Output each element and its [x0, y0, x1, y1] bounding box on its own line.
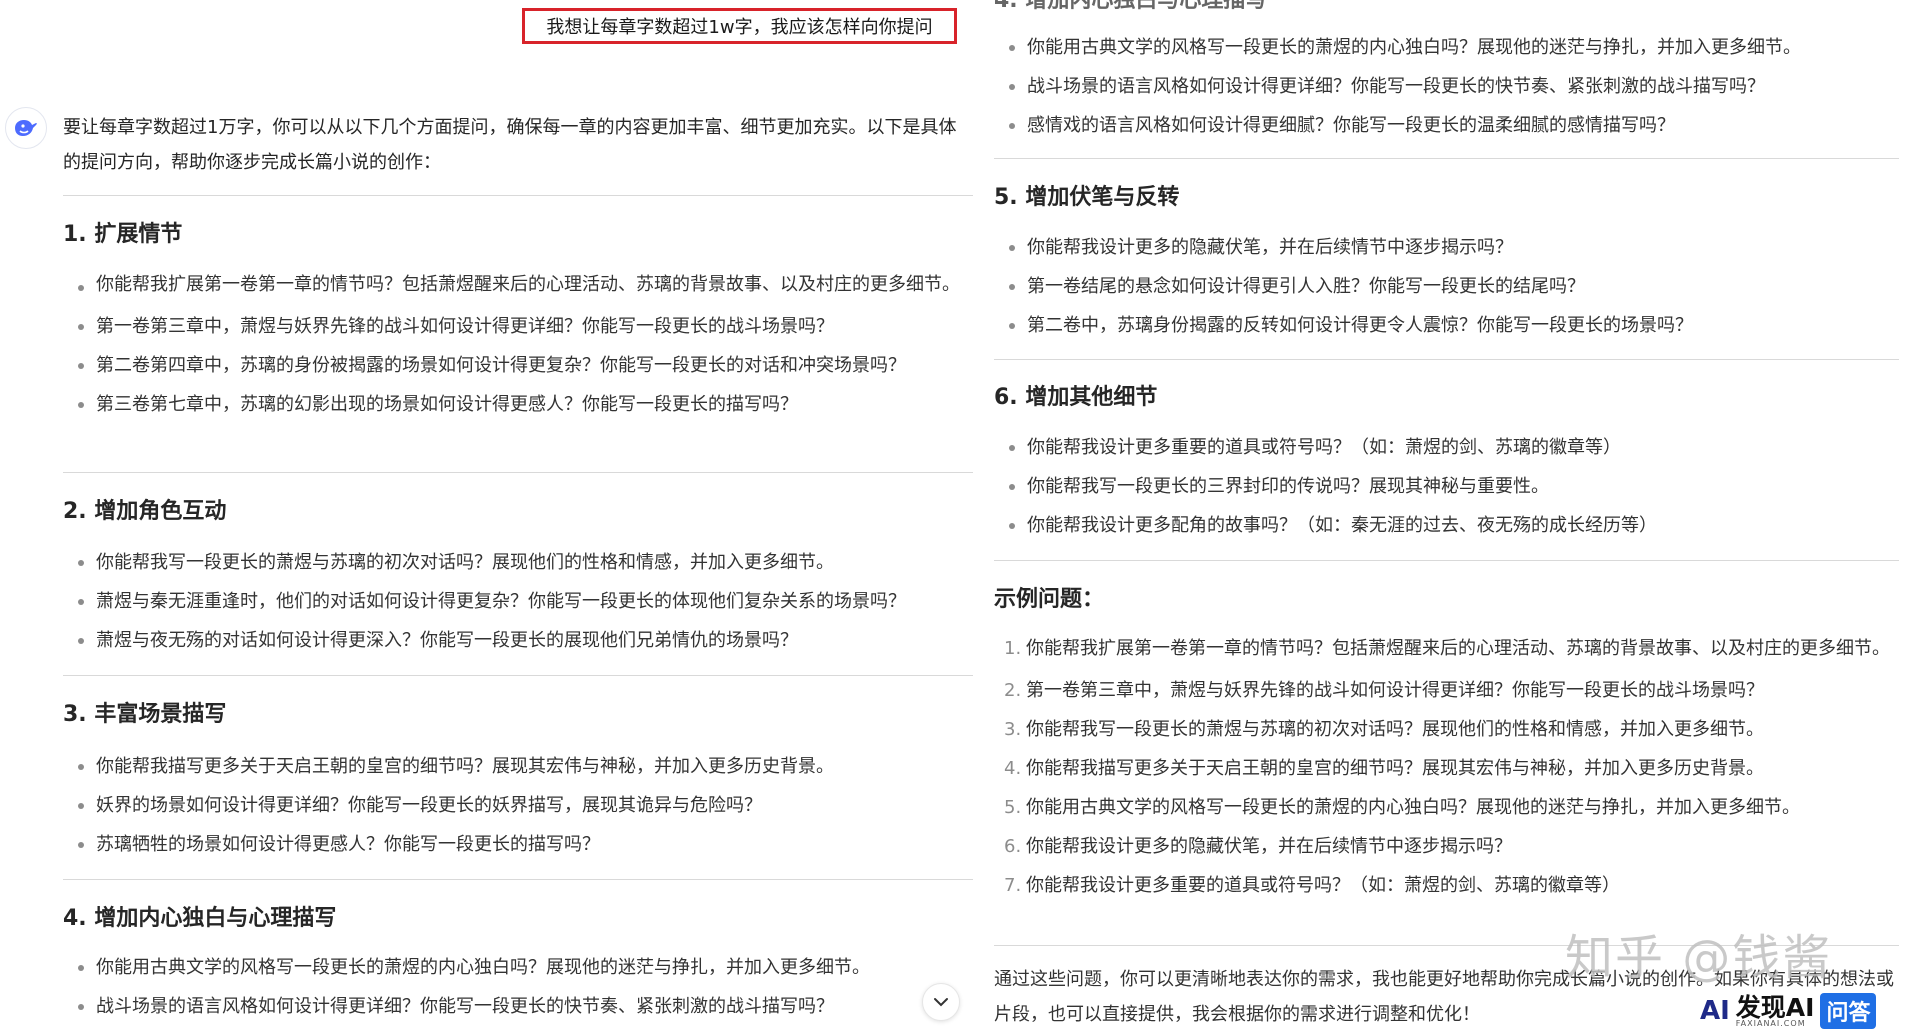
item-text: 你能用古典文学的风格写一段更长的萧煜的内心独白吗？展现他的迷茫与挣扎，并加入更多… — [1026, 797, 1800, 818]
section-list: 你能帮我描写更多关于天启王朝的皇宫的细节吗？展现其宏伟与神秘，并加入更多历史背景… — [63, 747, 975, 864]
list-item: 你能帮我扩展第一卷第一章的情节吗？包括萧煜醒来后的心理活动、苏璃的背景故事、以及… — [63, 268, 975, 302]
divider — [63, 195, 973, 196]
section-list: 你能帮我设计更多的隐藏伏笔，并在后续情节中逐步揭示吗？ 第一卷结尾的悬念如何设计… — [994, 228, 1904, 345]
list-item: 5. 你能用古典文学的风格写一段更长的萧煜的内心独白吗？展现他的迷茫与挣扎，并加入… — [994, 788, 1904, 827]
item-text: 第一卷第三章中，萧煜与妖界先锋的战斗如何设计得更详细？你能写一段更长的战斗场景吗… — [1026, 680, 1764, 701]
qa-tag: 问答 — [1820, 993, 1877, 1029]
list-item: 你能帮我设计更多的隐藏伏笔，并在后续情节中逐步揭示吗？ — [994, 228, 1904, 267]
divider — [63, 879, 973, 880]
list-item: 苏璃牺牲的场景如何设计得更感人？你能写一段更长的描写吗？ — [63, 825, 975, 864]
list-item: 第二卷中，苏璃身份揭露的反转如何设计得更令人震惊？你能写一段更长的场景吗？ — [994, 306, 1904, 345]
section-list: 你能帮我写一段更长的萧煜与苏璃的初次对话吗？展现他们的性格和情感，并加入更多细节… — [63, 543, 975, 660]
user-message-bubble: 我想让每章字数超过1w字，我应该怎样向你提问 — [522, 8, 957, 44]
badge-domain: FAXIANAI.COM — [1735, 1018, 1806, 1028]
list-item: 萧煜与秦无涯重逢时，他们的对话如何设计得更复杂？你能写一段更长的体现他们复杂关系… — [63, 582, 975, 621]
section-heading: 5. 增加伏笔与反转 — [994, 185, 1180, 210]
list-item: 妖界的场景如何设计得更详细？你能写一段更长的妖界描写，展现其诡异与危险吗？ — [63, 786, 975, 825]
divider — [994, 560, 1899, 561]
divider — [63, 472, 973, 473]
chat-left-column: 我想让每章字数超过1w字，我应该怎样向你提问 要让每章字数超过1万字，你可以从以… — [0, 0, 975, 1034]
section-heading: 3. 丰富场景描写 — [63, 702, 227, 727]
divider — [994, 359, 1899, 360]
section-heading: 1. 扩展情节 — [63, 222, 183, 247]
list-item: 6. 你能帮我设计更多的隐藏伏笔，并在后续情节中逐步揭示吗？ — [994, 827, 1904, 866]
list-item: 2. 第一卷第三章中，萧煜与妖界先锋的战斗如何设计得更详细？你能写一段更长的战斗场… — [994, 671, 1904, 710]
assistant-avatar — [5, 107, 47, 149]
item-number: 1. — [1004, 638, 1022, 659]
badge-brand: 发现AI FAXIANAI.COM — [1736, 995, 1815, 1028]
section-heading: 2. 增加角色互动 — [63, 499, 227, 524]
section-heading: 6. 增加其他细节 — [994, 385, 1158, 410]
badge-name: 发现AI — [1735, 992, 1815, 1022]
list-item: 第一卷第三章中，萧煜与妖界先锋的战斗如何设计得更详细？你能写一段更长的战斗场景吗… — [63, 307, 975, 346]
user-message-text: 我想让每章字数超过1w字，我应该怎样向你提问 — [546, 17, 933, 38]
list-item: 第三卷第七章中，苏璃的幻影出现的场景如何设计得更感人？你能写一段更长的描写吗？ — [63, 385, 975, 424]
list-item: 3. 你能帮我写一段更长的萧煜与苏璃的初次对话吗？展现他们的性格和情感，并加入更多… — [994, 710, 1904, 749]
list-item: 你能用古典文学的风格写一段更长的萧煜的内心独白吗？展现他的迷茫与挣扎，并加入更多… — [63, 948, 975, 987]
item-text: 你能帮我描写更多关于天启王朝的皇宫的细节吗？展现其宏伟与神秘，并加入更多历史背景… — [1026, 758, 1764, 779]
watermark: 知乎 @钱酱 — [1565, 930, 1833, 986]
section-heading: 4. 增加内心独白与心理描写 — [63, 906, 337, 931]
divider — [994, 158, 1899, 159]
section-heading-clipped: 4. 增加内心独白与心理描写 — [994, 0, 1268, 13]
item-number: 7. — [1004, 875, 1022, 896]
list-item: 你能帮我写一段更长的萧煜与苏璃的初次对话吗？展现他们的性格和情感，并加入更多细节… — [63, 543, 975, 582]
item-number: 5. — [1004, 797, 1022, 818]
whale-logo-icon — [15, 120, 37, 136]
item-number: 6. — [1004, 836, 1022, 857]
ai-logo-icon: AI — [1700, 996, 1730, 1026]
list-item: 战斗场景的语言风格如何设计得更详细？你能写一段更长的快节奏、紧张刺激的战斗描写吗… — [994, 67, 1904, 106]
list-item: 你能帮我设计更多配角的故事吗？（如：秦无涯的过去、夜无殇的成长经历等） — [994, 506, 1904, 545]
list-item: 你能用古典文学的风格写一段更长的萧煜的内心独白吗？展现他的迷茫与挣扎，并加入更多… — [994, 28, 1904, 67]
section-list: 你能用古典文学的风格写一段更长的萧煜的内心独白吗？展现他的迷茫与挣扎，并加入更多… — [63, 948, 975, 1026]
list-item: 你能帮我设计更多重要的道具或符号吗？（如：萧煜的剑、苏璃的徽章等） — [994, 428, 1904, 467]
item-text: 你能帮我扩展第一卷第一章的情节吗？包括萧煜醒来后的心理活动、苏璃的背景故事、以及… — [1026, 638, 1890, 659]
source-badge[interactable]: AI 发现AI FAXIANAI.COM 问答 — [1700, 990, 1915, 1032]
section-list: 你能帮我扩展第一卷第一章的情节吗？包括萧煜醒来后的心理活动、苏璃的背景故事、以及… — [63, 268, 975, 424]
list-item: 7. 你能帮我设计更多重要的道具或符号吗？（如：萧煜的剑、苏璃的徽章等） — [994, 866, 1904, 905]
item-text: 你能帮我设计更多的隐藏伏笔，并在后续情节中逐步揭示吗？ — [1026, 836, 1512, 857]
section-list: 你能帮我设计更多重要的道具或符号吗？（如：萧煜的剑、苏璃的徽章等） 你能帮我写一… — [994, 428, 1904, 545]
list-item: 第一卷结尾的悬念如何设计得更引人入胜？你能写一段更长的结尾吗？ — [994, 267, 1904, 306]
item-number: 3. — [1004, 719, 1022, 740]
list-item: 4. 你能帮我描写更多关于天启王朝的皇宫的细节吗？展现其宏伟与神秘，并加入更多历史… — [994, 749, 1904, 788]
scroll-down-button[interactable] — [922, 983, 960, 1021]
chevron-down-icon — [934, 998, 948, 1007]
list-item: 你能帮我描写更多关于天启王朝的皇宫的细节吗？展现其宏伟与神秘，并加入更多历史背景… — [63, 747, 975, 786]
assistant-intro: 要让每章字数超过1万字，你可以从以下几个方面提问，确保每一章的内容更加丰富、细节… — [63, 117, 957, 173]
list-item: 感情戏的语言风格如何设计得更细腻？你能写一段更长的温柔细腻的感情描写吗？ — [994, 106, 1904, 145]
chat-right-column: 4. 增加内心独白与心理描写 你能用古典文学的风格写一段更长的萧煜的内心独白吗？… — [985, 0, 1915, 1034]
list-item: 第二卷第四章中，苏璃的身份被揭露的场景如何设计得更复杂？你能写一段更长的对话和冲… — [63, 346, 975, 385]
section-list: 你能用古典文学的风格写一段更长的萧煜的内心独白吗？展现他的迷茫与挣扎，并加入更多… — [994, 28, 1904, 145]
item-number: 4. — [1004, 758, 1022, 779]
list-item: 战斗场景的语言风格如何设计得更详细？你能写一段更长的快节奏、紧张刺激的战斗描写吗… — [63, 987, 975, 1026]
examples-heading: 示例问题： — [994, 587, 1105, 612]
item-number: 2. — [1004, 680, 1022, 701]
item-text: 你能帮我设计更多重要的道具或符号吗？（如：萧煜的剑、苏璃的徽章等） — [1026, 875, 1620, 896]
examples-list: 1. 你能帮我扩展第一卷第一章的情节吗？包括萧煜醒来后的心理活动、苏璃的背景故事、… — [994, 632, 1904, 905]
item-text: 你能帮我写一段更长的萧煜与苏璃的初次对话吗？展现他们的性格和情感，并加入更多细节… — [1026, 719, 1764, 740]
list-item: 你能帮我写一段更长的三界封印的传说吗？展现其神秘与重要性。 — [994, 467, 1904, 506]
list-item: 萧煜与夜无殇的对话如何设计得更深入？你能写一段更长的展现他们兄弟情仇的场景吗？ — [63, 621, 975, 660]
list-item: 1. 你能帮我扩展第一卷第一章的情节吗？包括萧煜醒来后的心理活动、苏璃的背景故事、… — [994, 632, 1904, 666]
divider — [63, 675, 973, 676]
